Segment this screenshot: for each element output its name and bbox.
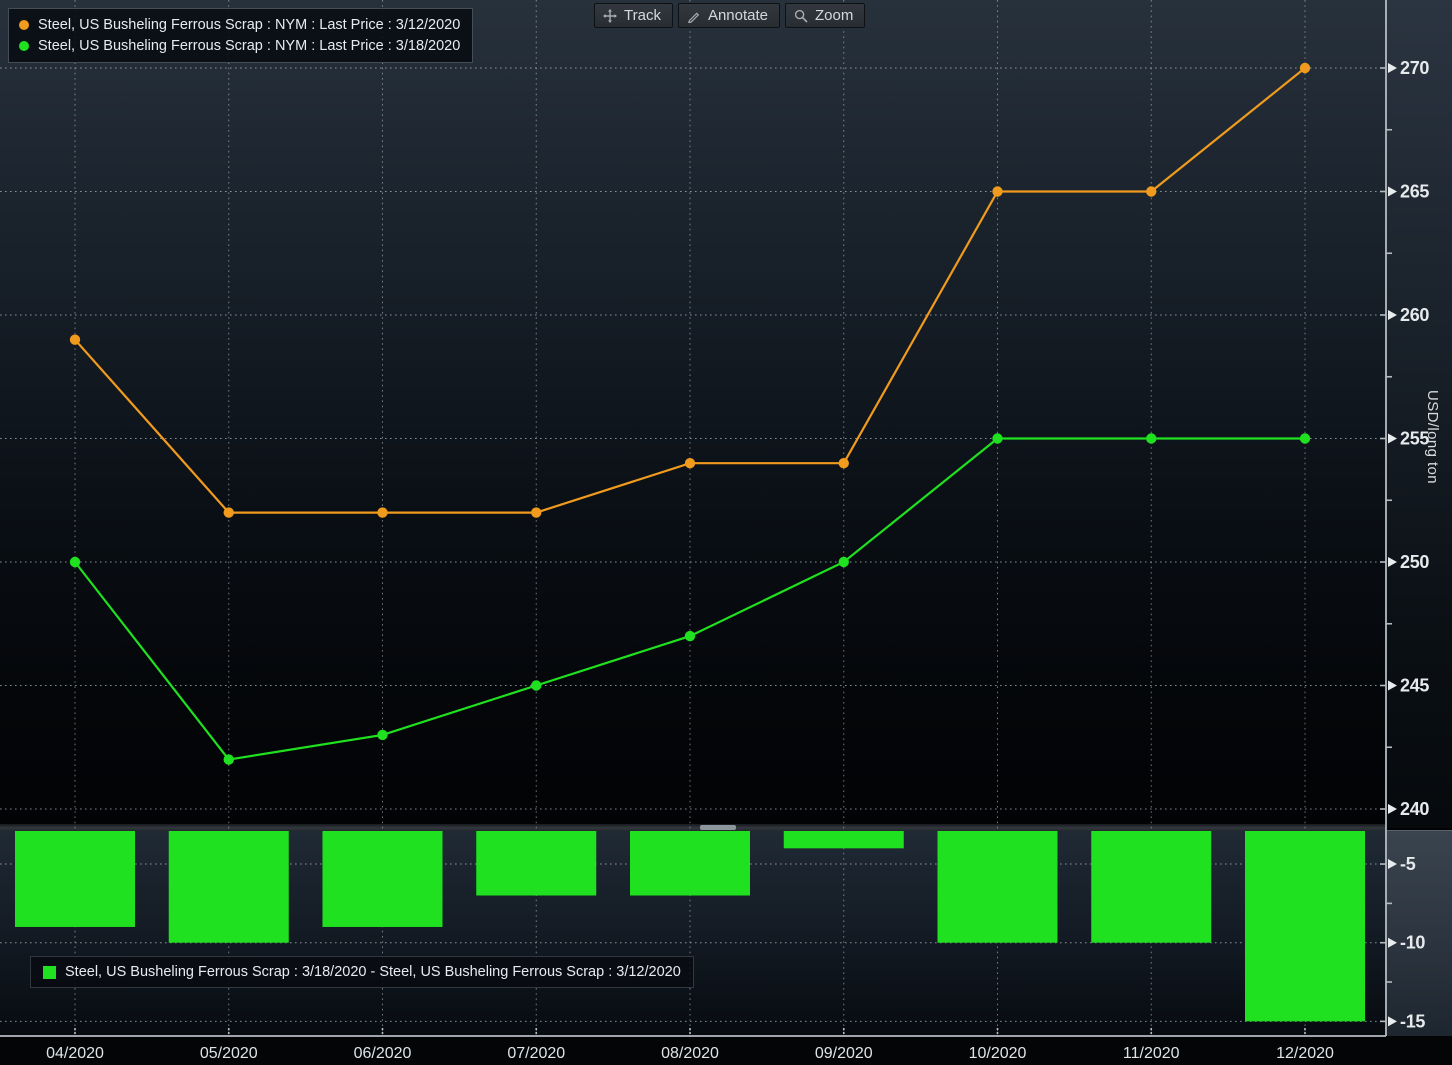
y-axis-title: USD/long ton <box>1424 352 1441 522</box>
data-point[interactable] <box>224 754 234 764</box>
green-bar-marker-icon <box>43 966 56 979</box>
magnifier-icon <box>794 9 808 23</box>
data-point[interactable] <box>224 507 234 517</box>
diff-bar[interactable] <box>476 831 596 896</box>
x-axis-label: 07/2020 <box>507 1045 565 1062</box>
orange-series-marker-icon <box>19 20 29 30</box>
chart-window: 270265260255250245240-5-10-1504/202005/2… <box>0 0 1452 1065</box>
data-point[interactable] <box>839 458 849 468</box>
legend-item-label: Steel, US Busheling Ferrous Scrap : NYM … <box>38 38 460 54</box>
y-axis-label: 260 <box>1400 305 1429 325</box>
x-axis-label: 10/2020 <box>969 1045 1027 1062</box>
track-button[interactable]: Track <box>594 3 673 28</box>
tick-arrow-icon <box>1388 859 1397 869</box>
x-axis-label: 04/2020 <box>46 1045 104 1062</box>
y-axis-label: 250 <box>1400 552 1429 572</box>
data-point[interactable] <box>377 507 387 517</box>
x-axis-label: 09/2020 <box>815 1045 873 1062</box>
tick-arrow-icon <box>1388 681 1397 691</box>
y-axis-label: 245 <box>1400 676 1429 696</box>
x-axis-label: 05/2020 <box>200 1045 258 1062</box>
diff-bar[interactable] <box>784 831 904 848</box>
y-axis-label: -15 <box>1400 1011 1425 1031</box>
legend-diff-label: Steel, US Busheling Ferrous Scrap : 3/18… <box>65 964 681 980</box>
data-point[interactable] <box>1146 433 1156 443</box>
x-axis-label: 12/2020 <box>1276 1045 1334 1062</box>
data-point[interactable] <box>1300 63 1310 73</box>
diff-bar[interactable] <box>169 831 289 943</box>
diff-bar[interactable] <box>323 831 443 927</box>
legend-main: Steel, US Busheling Ferrous Scrap : NYM … <box>8 8 473 63</box>
data-point[interactable] <box>531 507 541 517</box>
data-point[interactable] <box>377 730 387 740</box>
y-axis-label: 240 <box>1400 799 1429 819</box>
legend-item-series-2[interactable]: Steel, US Busheling Ferrous Scrap : NYM … <box>19 35 460 56</box>
pencil-icon <box>687 9 701 23</box>
diff-bar[interactable] <box>630 831 750 896</box>
y-axis-label: 265 <box>1400 182 1429 202</box>
y-axis-label: -10 <box>1400 933 1425 953</box>
tick-arrow-icon <box>1388 434 1397 444</box>
tick-arrow-icon <box>1388 557 1397 567</box>
data-point[interactable] <box>992 433 1002 443</box>
tick-arrow-icon <box>1388 804 1397 814</box>
zoom-button[interactable]: Zoom <box>785 3 865 28</box>
x-axis-label: 08/2020 <box>661 1045 719 1062</box>
legend-diff[interactable]: Steel, US Busheling Ferrous Scrap : 3/18… <box>30 956 694 988</box>
green-series-marker-icon <box>19 41 29 51</box>
tick-arrow-icon <box>1388 187 1397 197</box>
zoom-button-label: Zoom <box>815 7 853 24</box>
data-point[interactable] <box>992 186 1002 196</box>
track-button-label: Track <box>624 7 661 24</box>
data-point[interactable] <box>70 335 80 345</box>
chart-canvas[interactable]: 270265260255250245240-5-10-1504/202005/2… <box>0 0 1452 1065</box>
annotate-button[interactable]: Annotate <box>678 3 780 28</box>
x-axis-label: 11/2020 <box>1123 1045 1180 1062</box>
series-line-orange <box>75 68 1305 513</box>
diff-bar[interactable] <box>1245 831 1365 1021</box>
diff-bar[interactable] <box>938 831 1058 943</box>
data-point[interactable] <box>70 557 80 567</box>
data-point[interactable] <box>685 631 695 641</box>
diff-bar[interactable] <box>1091 831 1211 943</box>
data-point[interactable] <box>839 557 849 567</box>
legend-item-label: Steel, US Busheling Ferrous Scrap : NYM … <box>38 17 460 33</box>
tick-arrow-icon <box>1388 310 1397 320</box>
data-point[interactable] <box>685 458 695 468</box>
x-axis-label: 06/2020 <box>354 1045 412 1062</box>
legend-item-series-1[interactable]: Steel, US Busheling Ferrous Scrap : NYM … <box>19 14 460 35</box>
chart-toolbar: Track Annotate Zoom <box>594 3 865 28</box>
tick-arrow-icon <box>1388 1016 1397 1026</box>
diff-bar[interactable] <box>15 831 135 927</box>
move-icon <box>603 9 617 23</box>
data-point[interactable] <box>531 680 541 690</box>
data-point[interactable] <box>1300 433 1310 443</box>
tick-arrow-icon <box>1388 938 1397 948</box>
y-axis-label: -5 <box>1400 854 1416 874</box>
data-point[interactable] <box>1146 186 1156 196</box>
annotate-button-label: Annotate <box>708 7 768 24</box>
y-axis-label: 270 <box>1400 58 1429 78</box>
tick-arrow-icon <box>1388 63 1397 73</box>
